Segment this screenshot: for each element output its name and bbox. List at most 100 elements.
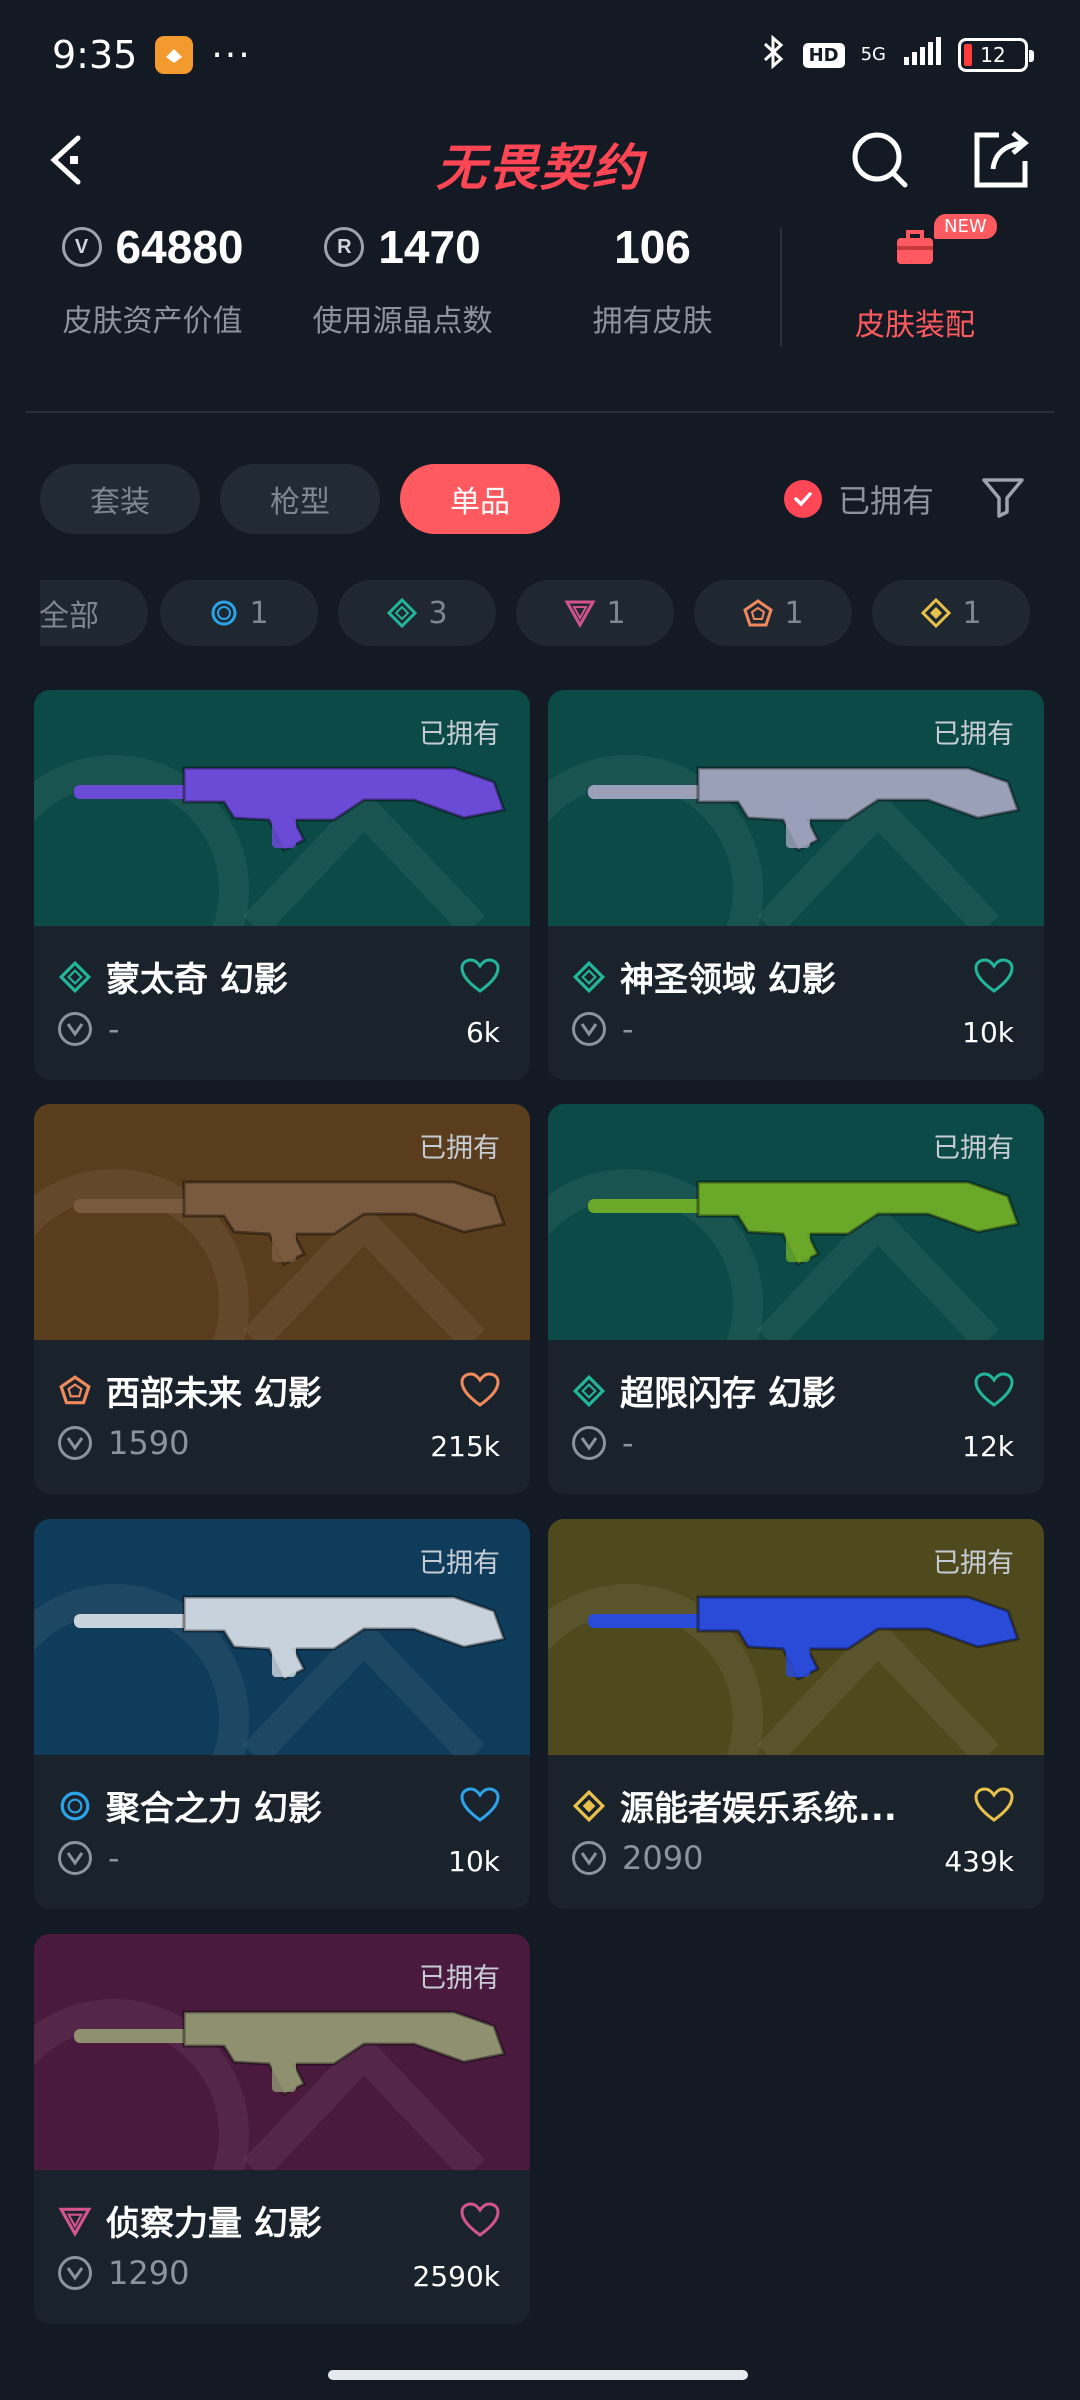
search-icon[interactable]	[845, 125, 915, 195]
owned-label: 已拥有	[419, 1963, 500, 1994]
owned-label: 已拥有	[419, 719, 500, 750]
owned-label: 已拥有	[933, 1548, 1014, 1579]
skin-card[interactable]: 已拥有源能者娱乐系统... 2090 439k	[548, 1519, 1044, 1909]
notification-app-icon	[155, 36, 194, 74]
vp-coin-icon	[58, 1426, 92, 1460]
app-logo: 无畏契约	[436, 139, 644, 197]
chip-exclusive-tier[interactable]: 1	[694, 580, 852, 646]
skin-card[interactable]: 已拥有 聚合之力 幻影 - 10k	[34, 1519, 530, 1909]
chip-select-tier[interactable]: 1	[160, 580, 318, 646]
stat-label: 拥有皮肤	[592, 304, 713, 339]
price-value: -	[108, 1010, 120, 1048]
skin-title: 神圣领域 幻影	[572, 952, 836, 1001]
app-header: 无畏契约	[0, 110, 1080, 210]
vp-coin-icon	[572, 1012, 606, 1046]
home-indicator[interactable]	[328, 2370, 748, 2380]
asset-stats: V 64880 皮肤资产价值 R 1470 使用源晶点数 106 拥有皮肤 NEW …	[0, 210, 1080, 410]
section-divider	[26, 411, 1054, 413]
hd-voice-icon: HD	[802, 42, 845, 68]
vp-coin-icon: V	[61, 227, 102, 267]
skin-price: 1290	[58, 2254, 189, 2292]
heart-icon[interactable]	[460, 1372, 500, 1408]
like-count: 439k	[944, 1845, 1014, 1878]
owned-label: 已拥有	[933, 719, 1014, 750]
stat-radianite: R 1470 使用源晶点数	[290, 220, 515, 340]
like-count: 10k	[962, 1016, 1014, 1049]
vp-coin-icon	[572, 1841, 606, 1875]
tier-icon	[60, 1791, 90, 1820]
skin-price: -	[58, 1839, 120, 1877]
tab-bundle[interactable]: 套装	[40, 464, 200, 534]
skin-price: -	[58, 1010, 120, 1048]
chip-premium-tier[interactable]: 1	[516, 580, 674, 646]
tab-single-item[interactable]: 单品	[400, 464, 560, 534]
skin-name: 源能者娱乐系统...	[620, 1789, 897, 1829]
like-count: 12k	[962, 1430, 1014, 1463]
chip-ultra-tier[interactable]: 1	[872, 580, 1030, 646]
price-value: 1290	[108, 2254, 190, 2292]
heart-icon[interactable]	[974, 958, 1014, 994]
skin-price: 2090	[572, 1839, 703, 1877]
skin-title: 西部未来 幻影	[58, 1366, 322, 1415]
chip-label: 全部	[40, 599, 99, 634]
stat-value: 64880	[115, 221, 244, 273]
skin-name: 神圣领域 幻影	[620, 960, 836, 1000]
checkmark-icon	[784, 480, 822, 518]
tier-icon	[572, 1789, 606, 1822]
divider	[780, 228, 782, 346]
chip-deluxe-tier[interactable]: 3	[338, 580, 496, 646]
skin-card[interactable]: 已拥有 西部未来 幻影 1590 215k	[34, 1104, 530, 1494]
chip-label: 1	[249, 595, 269, 631]
chip-label: 3	[428, 595, 448, 631]
price-value: 2090	[622, 1839, 704, 1877]
heart-icon[interactable]	[974, 1787, 1014, 1823]
filter-icon[interactable]	[980, 474, 1026, 520]
skin-loadout-button[interactable]: NEW 皮肤装配	[830, 214, 1000, 344]
premium-tier-icon	[564, 600, 597, 628]
vp-coin-icon	[58, 1012, 92, 1046]
skin-title: 侦察力量 幻影	[58, 2196, 322, 2245]
chip-label: 1	[784, 595, 804, 631]
tier-filter-chips: 全部 1 3 1 1 1	[40, 580, 1040, 646]
like-count: 6k	[465, 1016, 500, 1049]
more-notifications-icon: ···	[211, 34, 252, 76]
loadout-label: 皮肤装配	[855, 308, 975, 343]
stat-value: 1470	[378, 221, 481, 273]
skin-name: 蒙太奇 幻影	[106, 960, 288, 1000]
status-bar: 9:35 ··· HD 5G 12	[0, 0, 1080, 110]
heart-icon[interactable]	[460, 1787, 500, 1823]
tier-icon	[58, 2207, 92, 2237]
tier-icon	[572, 960, 606, 993]
share-icon[interactable]	[965, 125, 1035, 195]
battery-level: 12	[980, 43, 1006, 67]
tier-icon	[58, 960, 92, 993]
skin-card[interactable]: 已拥有 超限闪存 幻影 - 12k	[548, 1104, 1044, 1494]
skin-card[interactable]: 已拥有 侦察力量 幻影 1290 2590k	[34, 1934, 530, 2324]
chip-label: 1	[962, 595, 982, 631]
tab-weapon-type[interactable]: 枪型	[220, 464, 380, 534]
skin-name: 西部未来 幻影	[106, 1374, 322, 1414]
deluxe-tier-icon	[387, 597, 418, 629]
heart-icon[interactable]	[460, 2202, 500, 2238]
chip-all[interactable]: 全部	[40, 580, 148, 646]
owned-label: 已拥有	[419, 1548, 500, 1579]
heart-icon[interactable]	[974, 1372, 1014, 1408]
price-value: 1590	[108, 1424, 190, 1462]
skin-name: 超限闪存 幻影	[620, 1374, 836, 1414]
skin-price: 1590	[58, 1424, 189, 1462]
skin-card[interactable]: 已拥有神圣领域 幻影 - 10k	[548, 690, 1044, 1080]
skin-title: 源能者娱乐系统...	[572, 1781, 897, 1830]
vp-coin-icon	[58, 2256, 92, 2290]
owned-filter-toggle[interactable]: 已拥有	[784, 476, 934, 522]
network-type: 5G	[860, 44, 886, 65]
skin-price: -	[572, 1010, 634, 1048]
tier-icon	[572, 1374, 606, 1407]
skin-card[interactable]: 已拥有蒙太奇 幻影 - 6k	[34, 690, 530, 1080]
category-tabs: 套装 枪型 单品	[40, 464, 560, 534]
owned-label: 已拥有	[933, 1133, 1014, 1164]
tier-icon	[59, 1374, 91, 1404]
stat-label: 使用源晶点数	[312, 304, 493, 339]
radianite-icon: R	[324, 227, 365, 267]
chip-label: 1	[606, 595, 626, 631]
heart-icon[interactable]	[460, 958, 500, 994]
